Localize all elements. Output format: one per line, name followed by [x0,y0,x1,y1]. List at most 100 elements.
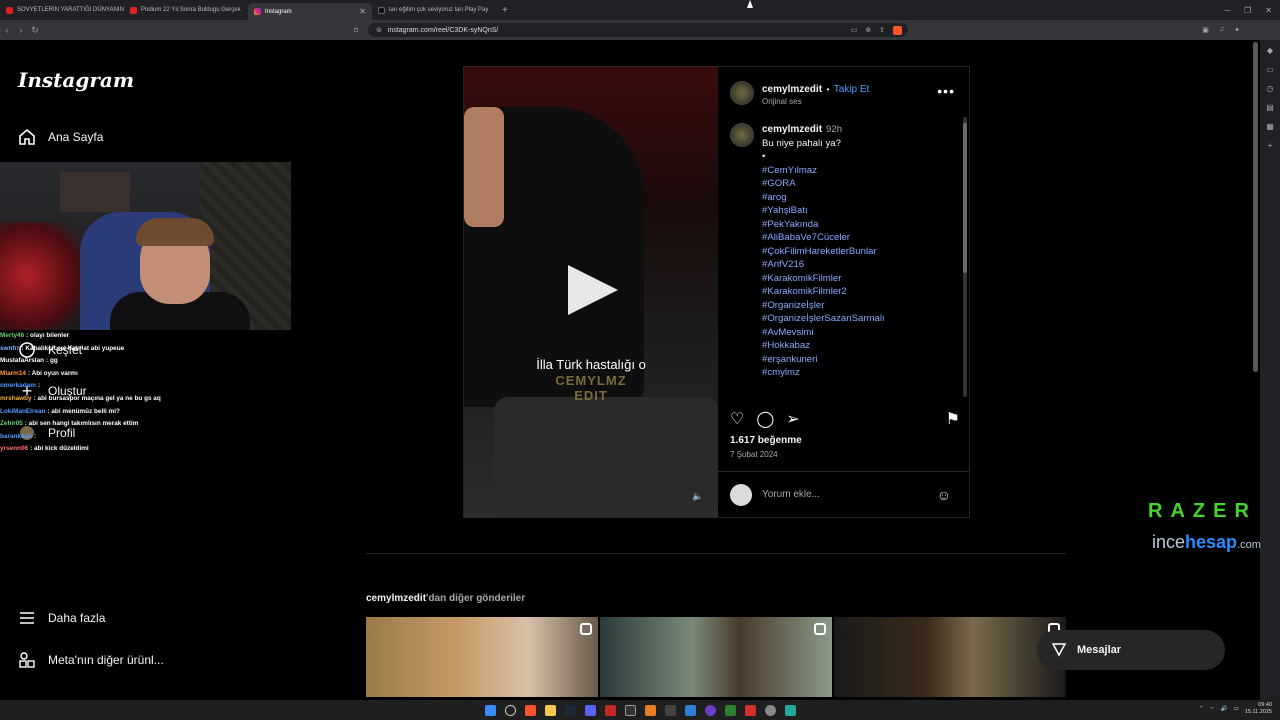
search-icon[interactable] [504,704,516,716]
url-field[interactable]: ⊜ instagram.com/reel/C3DK-syNQnS/ ▭ ⊕ ⇪ [368,23,908,37]
more-options-icon[interactable]: ••• [937,83,955,99]
browser-tab-active[interactable]: Instagram ✕ [248,3,372,20]
close-window-icon[interactable]: ✕ [1265,6,1272,15]
wallet-icon[interactable]: ▣ [1202,26,1209,34]
hashtag-link[interactable]: #ÇokFilimHareketlerBunlar [762,245,885,259]
battery-icon[interactable]: ▭ [1234,706,1239,712]
share-icon[interactable]: ➢ [786,409,799,429]
emoji-icon[interactable]: ☺ [937,487,951,503]
forward-icon[interactable]: › [14,25,28,35]
steam-icon[interactable] [564,704,576,716]
maximize-icon[interactable]: ❐ [1244,6,1251,15]
windows-start-icon[interactable] [484,704,496,716]
bookmarks-icon[interactable]: ▤ [1266,103,1274,112]
app-icon[interactable] [724,704,736,716]
pin-icon[interactable]: ◆ [1267,46,1273,55]
instagram-logo[interactable]: Instagram [18,68,134,92]
messages-button[interactable]: Mesajlar [1037,630,1225,670]
hashtag-link[interactable]: #YahşiBatı [762,204,885,218]
hashtag-link[interactable]: #PekYakında [762,218,885,232]
app-icon[interactable] [604,704,616,716]
hashtag-link[interactable]: #OrganizeİşlerSazanSarmalı [762,312,885,326]
zoom-icon[interactable]: ⊕ [865,26,871,35]
incehesap-logo: incehesap.com [1152,532,1261,553]
post-thumbnail[interactable] [834,617,1066,697]
hashtag-link[interactable]: #cmylmz [762,366,885,380]
brave-icon[interactable] [524,704,536,716]
clock[interactable]: 09:40 15.11.2025 [1245,702,1272,716]
hashtag-link[interactable]: #CemYılmaz [762,164,885,178]
volume-icon[interactable]: 🔈 [692,491,703,502]
hashtag-link[interactable]: #AvMevsimi [762,326,885,340]
app-icon[interactable] [784,704,796,716]
hashtag-link[interactable]: #KarakomikFilmler [762,272,885,286]
like-icon[interactable]: ♡ [730,409,744,429]
bookmark-icon[interactable]: ⌑ [354,26,358,35]
address-bar: ‹ › ↻ ⌑ ⊜ instagram.com/reel/C3DK-syNQnS… [0,20,1280,40]
obs-icon[interactable] [704,704,716,716]
site-info-icon[interactable]: ⊜ [376,26,382,34]
save-icon[interactable]: ⚑ [946,409,960,429]
hashtag-link[interactable]: #erşankuneri [762,353,885,367]
app-icon[interactable] [624,704,636,716]
comment-placeholder[interactable]: Yorum ekle... [762,489,820,500]
author-username[interactable]: cemylmzedit [762,84,822,95]
caption-username[interactable]: cemylmzedit [762,124,822,135]
app-icon[interactable] [684,704,696,716]
hashtag-link[interactable]: #GORA [762,177,885,191]
panel-icon[interactable]: ▭ [1266,65,1274,74]
browser-tab[interactable]: ları eğitim çok seviyoruz ları Play Pay [372,2,496,19]
minimize-icon[interactable]: ─ [1224,6,1230,15]
browser-tab[interactable]: Podium 22 Yıl Sonra Buldugu Gerçek [124,2,248,19]
hashtag-link[interactable]: #Hokkabaz [762,339,885,353]
speaker-icon[interactable]: 🔊 [1221,706,1228,712]
caption-scrollbar[interactable] [963,117,967,397]
explorer-icon[interactable] [544,704,556,716]
history-icon[interactable]: ◷ [1267,84,1274,93]
back-icon[interactable]: ‹ [0,25,14,35]
new-tab-button[interactable]: + [496,5,514,16]
reload-icon[interactable]: ↻ [28,25,42,36]
app-icon[interactable] [664,704,676,716]
wifi-icon[interactable]: ⌔ [1210,706,1215,713]
post-thumbnail[interactable] [600,617,832,697]
reel-video[interactable]: İlla Türk hastalığı o CEMYLMZ EDIT 🔈 [464,67,718,517]
chatgpt-icon[interactable] [764,704,776,716]
caption-avatar[interactable] [730,123,754,147]
more-posts-user[interactable]: cemylmzedit [366,593,426,604]
comment-icon[interactable]: ◯ [756,409,774,429]
hashtag-link[interactable]: #ArifV216 [762,258,885,272]
hashtag-link[interactable]: #KarakomikFilmler2 [762,285,885,299]
tray-chevron-icon[interactable]: ⌃ [1199,706,1204,712]
hashtag-link[interactable]: #Organizeİşler [762,299,885,313]
post-thumbnail[interactable] [366,617,598,697]
cam-shelf [60,172,130,212]
app-icon[interactable] [644,704,656,716]
nav-meta[interactable]: Meta'nın diğer ürünl... [18,651,164,669]
likes-count[interactable]: 1.617 beğenme [730,435,802,446]
comment-input[interactable]: Yorum ekle... ☺ [718,471,969,517]
close-tab-icon[interactable]: ✕ [359,7,366,16]
author-avatar[interactable] [730,80,754,105]
hashtag-link[interactable]: #AliBabaVe7Cüceler [762,231,885,245]
reading-list-icon[interactable]: ▦ [1266,122,1274,131]
nav-more[interactable]: Daha fazla [18,609,105,627]
discord-icon[interactable] [584,704,596,716]
caption-scroll-thumb[interactable] [963,123,967,273]
page-scrollbar[interactable] [1253,42,1258,372]
browser-tab[interactable]: SOVYETLERİN YARATTIĞI DÜNYANIN [0,2,124,19]
share-icon[interactable]: ⇪ [879,26,885,35]
audio-label[interactable]: Orijinal ses [762,97,869,106]
brave-shield-icon[interactable] [893,25,902,35]
cast-icon[interactable]: ▭ [851,26,858,35]
play-icon[interactable] [568,265,618,315]
app-icon[interactable] [744,704,756,716]
chat-message: Mlarm14: Abi oyun varmı [0,368,200,381]
media-icon[interactable]: ♫ [1219,26,1224,34]
nav-home[interactable]: Ana Sayfa [18,128,103,146]
follow-button[interactable]: Takip Et [834,84,870,95]
add-panel-icon[interactable]: + [1268,141,1273,150]
extensions-icon[interactable]: ✦ [1234,26,1240,34]
webcam-overlay [0,162,291,330]
hashtag-link[interactable]: #arog [762,191,885,205]
